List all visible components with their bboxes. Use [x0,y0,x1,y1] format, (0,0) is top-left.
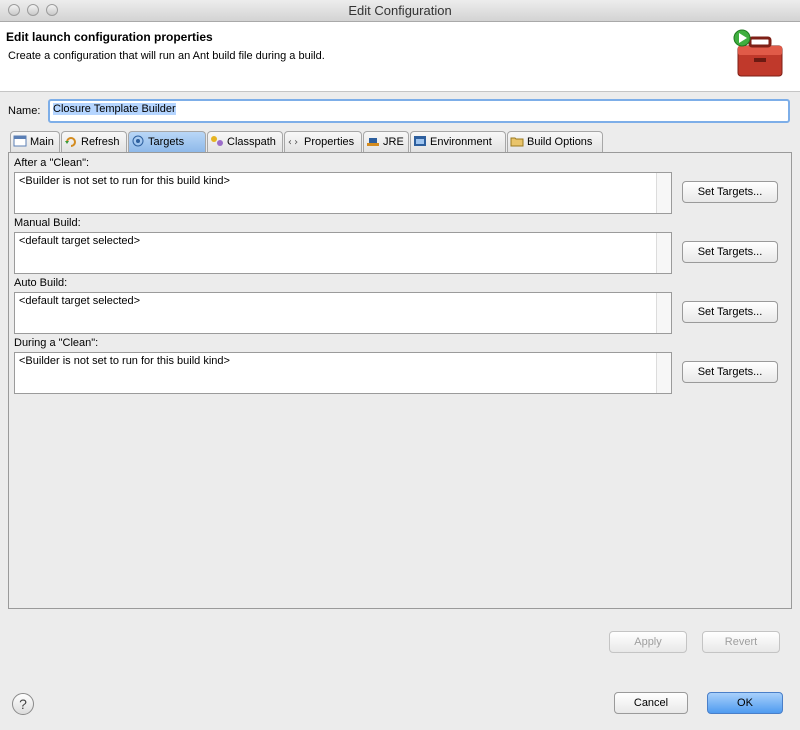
scrollbar[interactable] [656,233,671,273]
targets-icon [132,135,144,147]
tab-main-label: Main [30,136,54,148]
environment-icon [414,136,426,146]
tab-refresh[interactable]: Refresh [61,131,127,153]
tab-classpath[interactable]: Classpath [207,131,283,153]
manual-build-label: Manual Build: [14,217,81,229]
jre-icon [367,138,379,146]
during-clean-targets-field[interactable]: <Builder is not set to run for this buil… [14,352,672,394]
after-clean-targets-field[interactable]: <Builder is not set to run for this buil… [14,172,672,214]
auto-build-label: Auto Build: [14,277,68,289]
tab-targets-label: Targets [148,136,185,148]
auto-build-targets-field[interactable]: <default target selected> [14,292,672,334]
svg-text:‹›: ‹› [287,137,299,147]
scrollbar[interactable] [656,353,671,393]
tab-classpath-label: Classpath [227,136,276,148]
folder-icon [510,137,524,147]
during-clean-set-targets-button[interactable]: Set Targets... [682,361,778,383]
after-clean-set-targets-button[interactable]: Set Targets... [682,181,778,203]
cancel-button[interactable]: Cancel [614,692,688,714]
tab-environment-label: Environment [430,136,492,148]
tab-build-options[interactable]: Build Options [507,131,603,153]
tab-refresh-label: Refresh [81,136,120,148]
tab-build-options-label: Build Options [527,136,593,148]
manual-build-value: <default target selected> [19,235,141,247]
scrollbar[interactable] [656,293,671,333]
help-button[interactable]: ? [12,693,34,715]
header-description: Create a configuration that will run an … [8,50,325,62]
after-clean-value: <Builder is not set to run for this buil… [19,175,230,187]
tab-main[interactable]: Main [10,131,60,153]
name-value: Closure Template Builder [53,103,176,115]
revert-button[interactable]: Revert [702,631,780,653]
manual-build-set-targets-button[interactable]: Set Targets... [682,241,778,263]
ant-toolbox-icon [733,29,783,77]
header-title: Edit launch configuration properties [6,30,213,44]
properties-icon: ‹› [287,137,299,147]
main-tab-icon [13,135,27,147]
tab-jre[interactable]: JRE [363,131,409,153]
help-icon: ? [19,696,27,712]
after-clean-label: After a "Clean": [14,157,90,169]
during-clean-value: <Builder is not set to run for this buil… [19,355,230,367]
tab-jre-label: JRE [383,136,404,148]
tab-targets[interactable]: Targets [128,131,206,154]
auto-build-value: <default target selected> [19,295,141,307]
window-title-bar: Edit Configuration [0,0,800,22]
during-clean-label: During a "Clean": [14,337,99,349]
tab-environment[interactable]: Environment [410,131,506,153]
scrollbar[interactable] [656,173,671,213]
tab-properties-label: Properties [304,136,355,148]
tab-properties[interactable]: ‹› Properties [284,131,362,153]
refresh-icon [65,137,76,147]
name-label: Name: [8,105,41,117]
manual-build-targets-field[interactable]: <default target selected> [14,232,672,274]
name-input[interactable]: Closure Template Builder [48,99,790,123]
apply-button[interactable]: Apply [609,631,687,653]
window-title: Edit Configuration [348,3,452,18]
auto-build-set-targets-button[interactable]: Set Targets... [682,301,778,323]
classpath-icon [211,136,223,146]
ok-button[interactable]: OK [707,692,783,714]
